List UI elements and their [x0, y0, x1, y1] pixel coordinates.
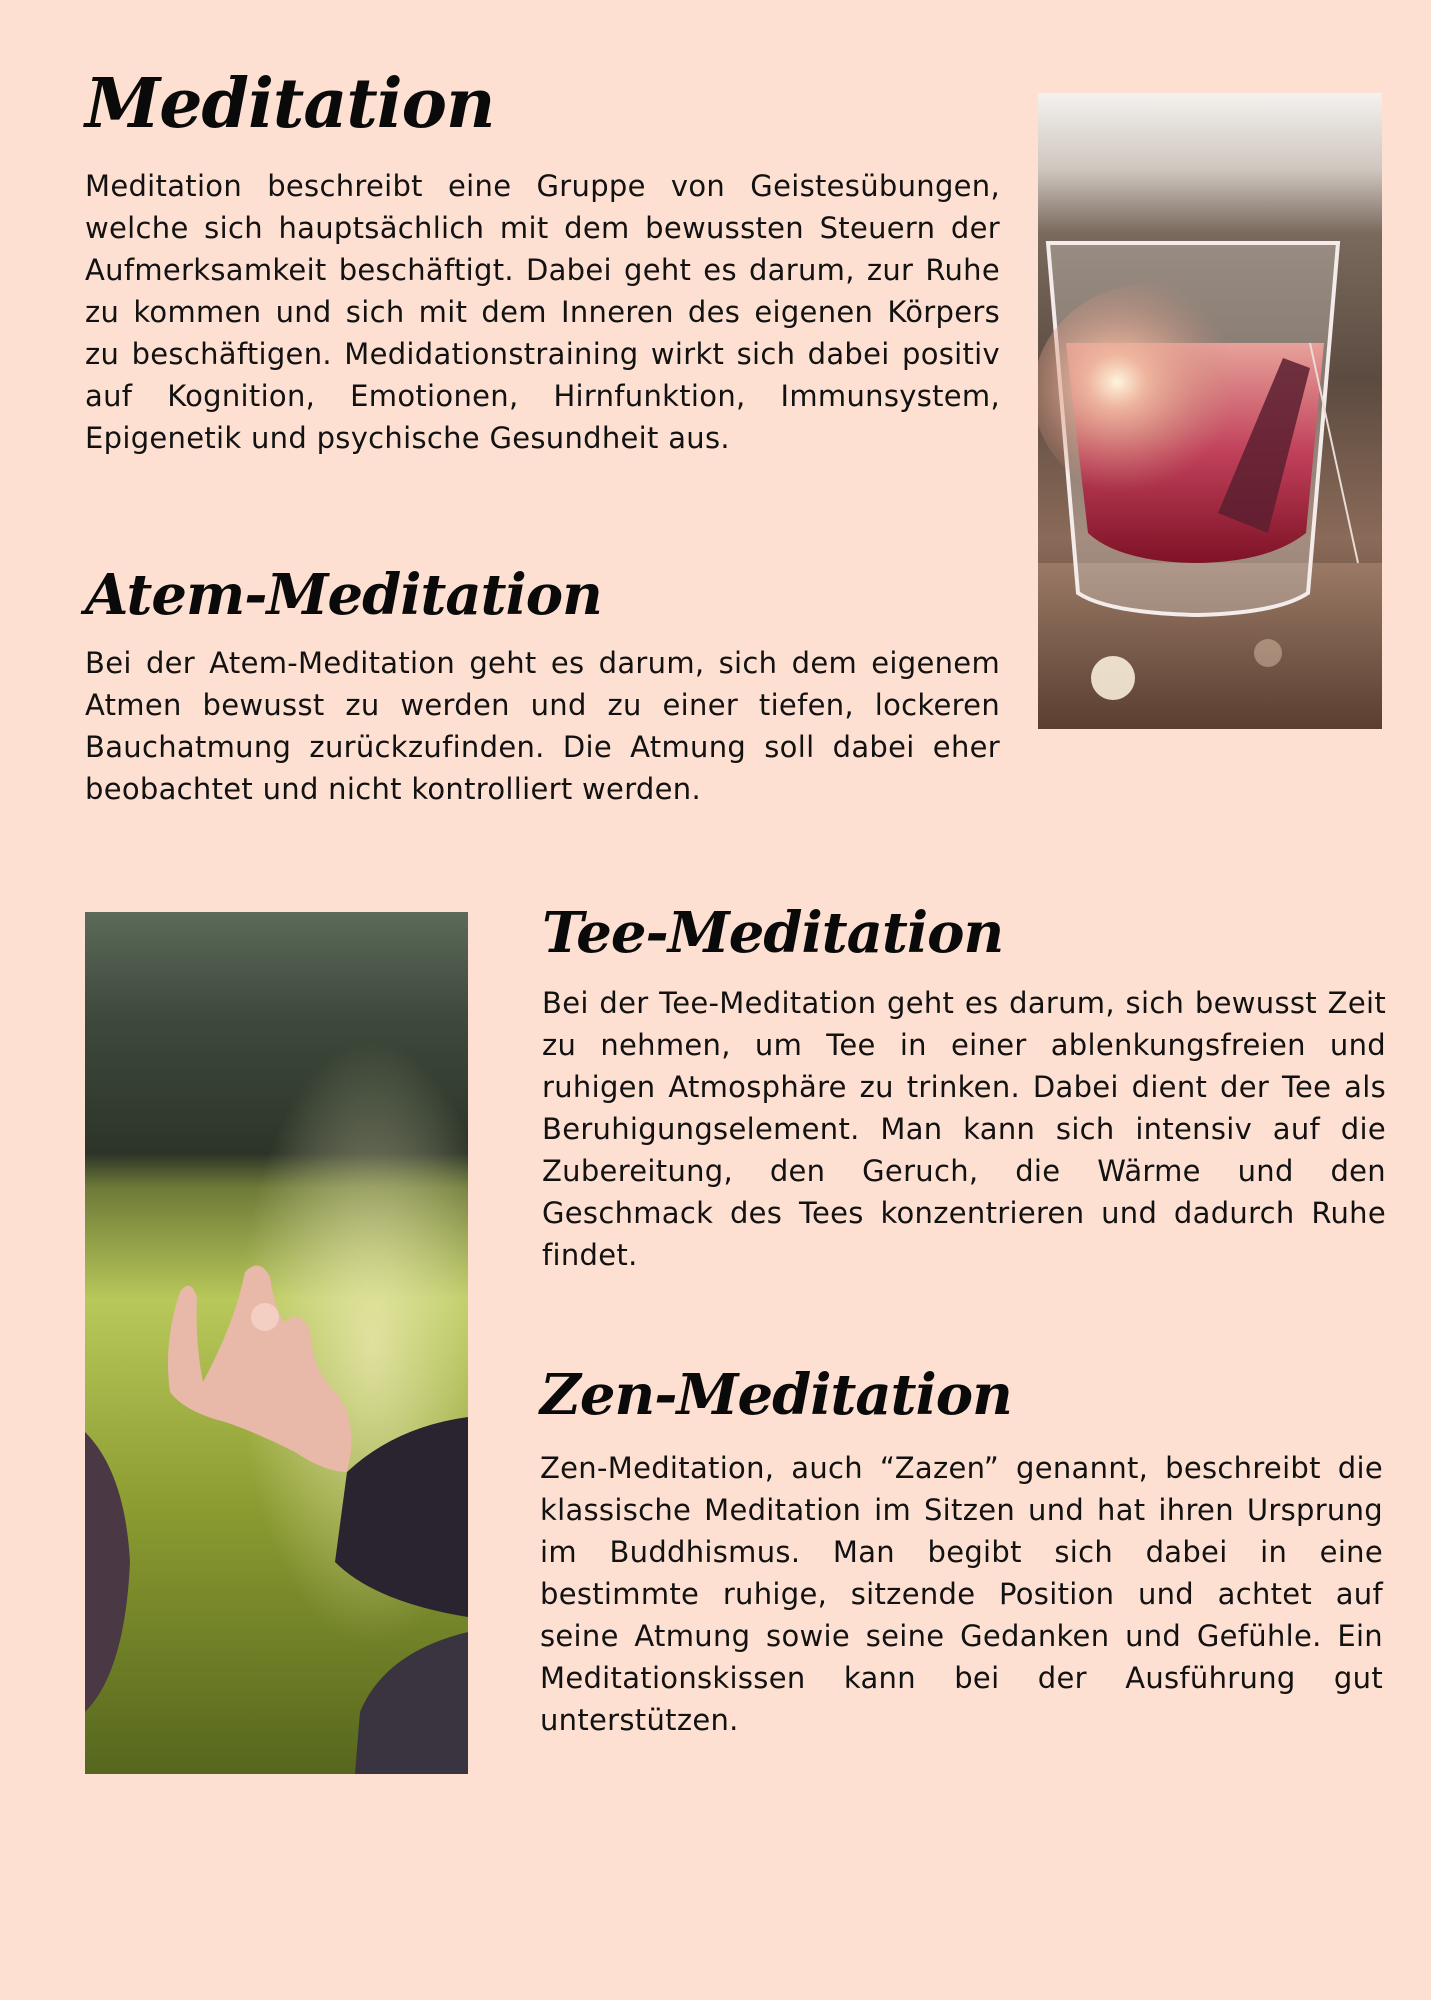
- tea-glass-photo: [1038, 93, 1382, 729]
- atem-meditation-heading: Atem-Meditation: [85, 562, 603, 628]
- tee-meditation-heading: Tee-Meditation: [542, 900, 1004, 966]
- tee-meditation-paragraph: Bei der Tee-Meditation geht es darum, si…: [542, 986, 1386, 1272]
- zen-meditation-paragraph: Zen-Meditation, auch “Zazen” genannt, be…: [540, 1451, 1383, 1737]
- atem-meditation-paragraph: Bei der Atem-Meditation geht es darum, s…: [85, 646, 1000, 806]
- zen-meditation-heading: Zen-Meditation: [540, 1362, 1013, 1428]
- meditation-heading: Meditation: [85, 64, 495, 144]
- meditation-hand-photo: [85, 912, 468, 1774]
- meditation-paragraph: Meditation beschreibt eine Gruppe von Ge…: [85, 169, 1000, 455]
